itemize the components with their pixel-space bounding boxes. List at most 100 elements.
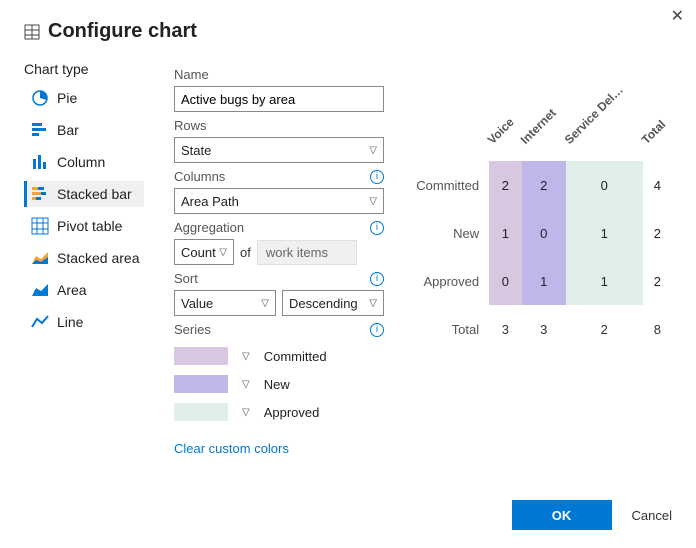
table-row: Approved0112 bbox=[414, 257, 672, 305]
dialog-footer: OK Cancel bbox=[512, 500, 672, 530]
series-row: ▽ New bbox=[174, 375, 384, 393]
table-cell: 3 bbox=[489, 305, 521, 353]
chart-type-line[interactable]: Line bbox=[24, 309, 144, 335]
sort-by-value: Value bbox=[181, 296, 213, 311]
configure-chart-dialog: ✕ Configure chart Chart type Pie bbox=[0, 0, 696, 548]
aggregation-target: work items bbox=[257, 240, 357, 265]
table-cell: 1 bbox=[566, 209, 643, 257]
chart-preview: VoiceInternetService Del…Total Committed… bbox=[414, 61, 672, 456]
aggregation-of-text: of bbox=[240, 245, 251, 260]
series-label: New bbox=[264, 377, 290, 392]
stacked-bar-icon bbox=[31, 185, 49, 203]
table-cell: 0 bbox=[566, 161, 643, 209]
table-cell: 1 bbox=[522, 257, 566, 305]
column-header: Total bbox=[643, 101, 672, 161]
chart-type-pie[interactable]: Pie bbox=[24, 85, 144, 111]
chart-type-label-text: Pie bbox=[57, 90, 77, 106]
chevron-down-icon: ▽ bbox=[369, 145, 377, 156]
pivot-table-icon bbox=[31, 217, 49, 235]
chevron-down-icon[interactable]: ▽ bbox=[242, 407, 250, 418]
chevron-down-icon: ▽ bbox=[369, 298, 377, 309]
chart-type-label-text: Stacked area bbox=[57, 250, 140, 266]
table-cell: 2 bbox=[522, 161, 566, 209]
column-icon bbox=[31, 153, 49, 171]
table-row: Committed2204 bbox=[414, 161, 672, 209]
table-cell: 4 bbox=[643, 161, 672, 209]
info-icon[interactable]: i bbox=[370, 323, 384, 337]
chart-type-label-text: Line bbox=[57, 314, 83, 330]
row-label: New bbox=[414, 209, 489, 257]
aggregation-value: Count bbox=[181, 245, 216, 260]
chart-type-stacked-bar[interactable]: Stacked bar bbox=[24, 181, 144, 207]
chart-type-bar[interactable]: Bar bbox=[24, 117, 144, 143]
column-header: Voice bbox=[489, 101, 521, 161]
columns-value: Area Path bbox=[181, 194, 239, 209]
chevron-down-icon: ▽ bbox=[369, 196, 377, 207]
row-label: Approved bbox=[414, 257, 489, 305]
chart-type-column[interactable]: Column bbox=[24, 149, 144, 175]
row-label: Total bbox=[414, 305, 489, 353]
chart-type-label-text: Stacked bar bbox=[57, 186, 132, 202]
chart-form: Name Rows State ▽ Columns i Area Path ▽ … bbox=[174, 61, 384, 456]
series-row: ▽ Approved bbox=[174, 403, 384, 421]
chart-type-area[interactable]: Area bbox=[24, 277, 144, 303]
chart-type-label-text: Bar bbox=[57, 122, 79, 138]
chevron-down-icon[interactable]: ▽ bbox=[242, 351, 250, 362]
table-cell: 1 bbox=[489, 209, 521, 257]
ok-button[interactable]: OK bbox=[512, 500, 612, 530]
table-row: New1012 bbox=[414, 209, 672, 257]
columns-select[interactable]: Area Path ▽ bbox=[174, 188, 384, 214]
rows-label: Rows bbox=[174, 118, 207, 133]
chevron-down-icon: ▽ bbox=[219, 247, 227, 258]
area-icon bbox=[31, 281, 49, 299]
table-cell: 0 bbox=[489, 257, 521, 305]
clear-custom-colors-link[interactable]: Clear custom colors bbox=[174, 441, 289, 456]
rows-select[interactable]: State ▽ bbox=[174, 137, 384, 163]
series-label: Series bbox=[174, 322, 211, 337]
series-color-swatch[interactable] bbox=[174, 347, 228, 365]
info-icon[interactable]: i bbox=[370, 221, 384, 235]
chevron-down-icon[interactable]: ▽ bbox=[242, 379, 250, 390]
cancel-button[interactable]: Cancel bbox=[632, 508, 672, 523]
chart-name-input[interactable] bbox=[174, 86, 384, 112]
line-icon bbox=[31, 313, 49, 331]
table-cell: 2 bbox=[643, 257, 672, 305]
chart-type-label-text: Pivot table bbox=[57, 218, 122, 234]
columns-label: Columns bbox=[174, 169, 225, 184]
chart-type-pivot-table[interactable]: Pivot table bbox=[24, 213, 144, 239]
table-cell: 0 bbox=[522, 209, 566, 257]
aggregation-label: Aggregation bbox=[174, 220, 244, 235]
stacked-area-icon bbox=[31, 249, 49, 267]
chart-type-stacked-area[interactable]: Stacked area bbox=[24, 245, 144, 271]
series-color-swatch[interactable] bbox=[174, 403, 228, 421]
close-icon[interactable]: ✕ bbox=[671, 6, 684, 26]
dialog-title: Configure chart bbox=[48, 20, 197, 43]
grid-icon bbox=[24, 24, 40, 40]
series-color-swatch[interactable] bbox=[174, 375, 228, 393]
dialog-header: Configure chart bbox=[24, 20, 672, 43]
table-cell: 2 bbox=[566, 305, 643, 353]
table-cell: 8 bbox=[643, 305, 672, 353]
column-header: Service Del… bbox=[566, 101, 643, 161]
pie-icon bbox=[31, 89, 49, 107]
table-cell: 1 bbox=[566, 257, 643, 305]
chart-type-label: Chart type bbox=[24, 61, 144, 77]
name-label: Name bbox=[174, 67, 384, 82]
rows-value: State bbox=[181, 143, 211, 158]
row-label: Committed bbox=[414, 161, 489, 209]
chart-type-label-text: Area bbox=[57, 282, 87, 298]
sort-dir-select[interactable]: Descending ▽ bbox=[282, 290, 384, 316]
bar-icon bbox=[31, 121, 49, 139]
table-cell: 2 bbox=[643, 209, 672, 257]
series-label: Approved bbox=[264, 405, 320, 420]
table-cell: 3 bbox=[522, 305, 566, 353]
info-icon[interactable]: i bbox=[370, 272, 384, 286]
series-label: Committed bbox=[264, 349, 327, 364]
sort-by-select[interactable]: Value ▽ bbox=[174, 290, 276, 316]
sort-label: Sort bbox=[174, 271, 198, 286]
chevron-down-icon: ▽ bbox=[261, 298, 269, 309]
info-icon[interactable]: i bbox=[370, 170, 384, 184]
table-cell: 2 bbox=[489, 161, 521, 209]
aggregation-select[interactable]: Count ▽ bbox=[174, 239, 234, 265]
chart-type-label-text: Column bbox=[57, 154, 105, 170]
